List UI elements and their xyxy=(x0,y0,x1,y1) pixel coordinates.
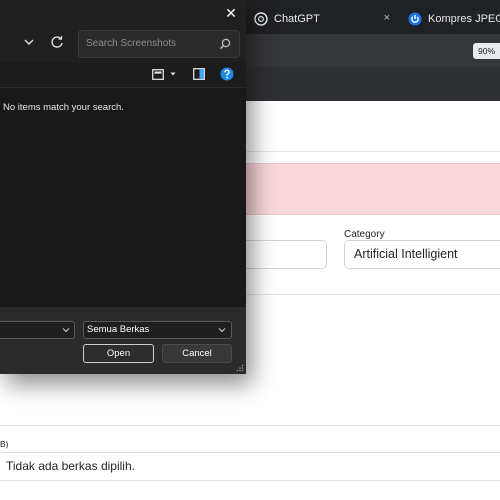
cancel-button[interactable]: Cancel xyxy=(162,344,232,363)
divider xyxy=(0,425,500,426)
search-input[interactable]: Search Screenshots xyxy=(78,30,240,58)
zoom-badge[interactable]: 90% xyxy=(472,43,500,59)
preview-pane-icon[interactable] xyxy=(193,68,205,80)
file-list-area[interactable]: No items match your search. xyxy=(0,88,246,307)
dialog-titlebar: ✕ xyxy=(0,0,246,27)
view-options-icon[interactable] xyxy=(152,69,164,80)
category-label: Category xyxy=(344,229,385,240)
search-placeholder: Search Screenshots xyxy=(86,38,177,49)
chevron-down-icon[interactable] xyxy=(62,327,70,333)
empty-message: No items match your search. xyxy=(3,102,124,113)
filename-input[interactable] xyxy=(0,321,75,339)
file-input[interactable]: Tidak ada berkas dipilih. xyxy=(0,452,500,481)
dialog-nav-row: Search Screenshots xyxy=(0,27,246,62)
filetype-select[interactable]: Semua Berkas xyxy=(83,321,232,339)
tab-close-icon[interactable]: × xyxy=(384,12,390,24)
resize-grip-icon[interactable] xyxy=(236,364,244,372)
tab-title: ChatGPT xyxy=(274,13,320,25)
search-icon xyxy=(219,38,231,50)
category-input[interactable]: Artificial Intelligient xyxy=(344,240,500,269)
power-icon xyxy=(408,12,422,26)
file-open-dialog: ✕ Search Screenshots No items match your… xyxy=(0,0,246,374)
dialog-footer: Semua Berkas Open Cancel xyxy=(0,307,246,374)
file-input-label: B) xyxy=(0,439,9,449)
chevron-down-icon[interactable] xyxy=(22,35,36,49)
chevron-down-icon xyxy=(218,328,226,333)
help-icon[interactable] xyxy=(220,67,234,81)
chatgpt-icon xyxy=(254,12,268,26)
close-icon[interactable]: ✕ xyxy=(218,2,244,24)
refresh-icon[interactable] xyxy=(50,34,64,50)
open-button[interactable]: Open xyxy=(83,344,154,363)
chevron-down-icon[interactable] xyxy=(170,71,176,77)
filetype-value: Semua Berkas xyxy=(87,324,150,335)
tab-kompres-jpeg[interactable]: Kompres JPEG ke 2 xyxy=(400,4,500,34)
tab-chatgpt[interactable]: ChatGPT × xyxy=(246,4,400,34)
tab-title: Kompres JPEG ke 2 xyxy=(428,13,500,25)
dialog-command-bar xyxy=(0,62,246,88)
